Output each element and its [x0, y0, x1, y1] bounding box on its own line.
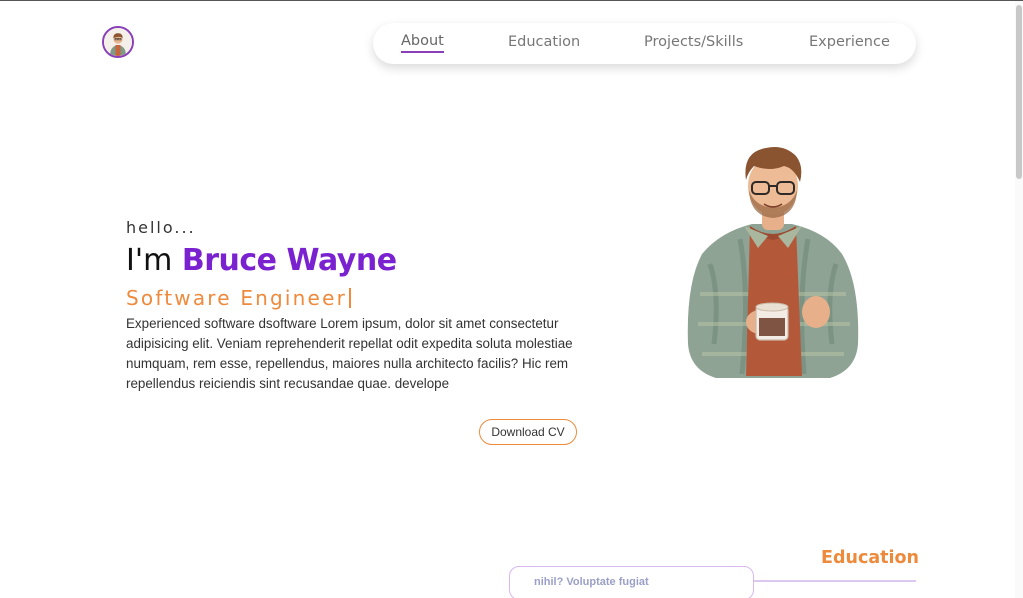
education-card: nihil? Voluptate fugiat	[509, 566, 754, 598]
hero-role-line: Software Engineer	[126, 286, 351, 310]
education-card-text: nihil? Voluptate fugiat	[534, 576, 649, 588]
education-section-title: Education	[821, 548, 919, 568]
portrait-illustration	[680, 144, 865, 384]
logo-avatar[interactable]	[102, 26, 134, 58]
hero-name: Bruce Wayne	[181, 243, 397, 278]
typing-caret	[349, 288, 351, 308]
page-scrollbar[interactable]	[1015, 1, 1023, 598]
nav-item-experience[interactable]: Experience	[809, 34, 890, 50]
scrollbar-thumb[interactable]	[1016, 5, 1022, 179]
avatar-icon	[104, 28, 132, 56]
hero-role: Software Engineer	[126, 286, 347, 310]
hero-intro-prefix: I'm	[126, 243, 182, 278]
download-cv-button[interactable]: Download CV	[479, 419, 577, 445]
hero-description: Experienced software dsoftware Lorem ips…	[126, 316, 573, 391]
nav-item-about[interactable]: About	[401, 33, 444, 53]
nav-item-education[interactable]: Education	[508, 34, 580, 50]
man-with-coffee-icon	[687, 147, 859, 378]
hero-intro: I'm Bruce Wayne	[126, 243, 397, 278]
nav-item-projects-skills[interactable]: Projects/Skills	[644, 34, 743, 50]
main-nav: About Education Projects/Skills Experien…	[373, 23, 916, 64]
hero-greeting: hello...	[126, 218, 196, 237]
